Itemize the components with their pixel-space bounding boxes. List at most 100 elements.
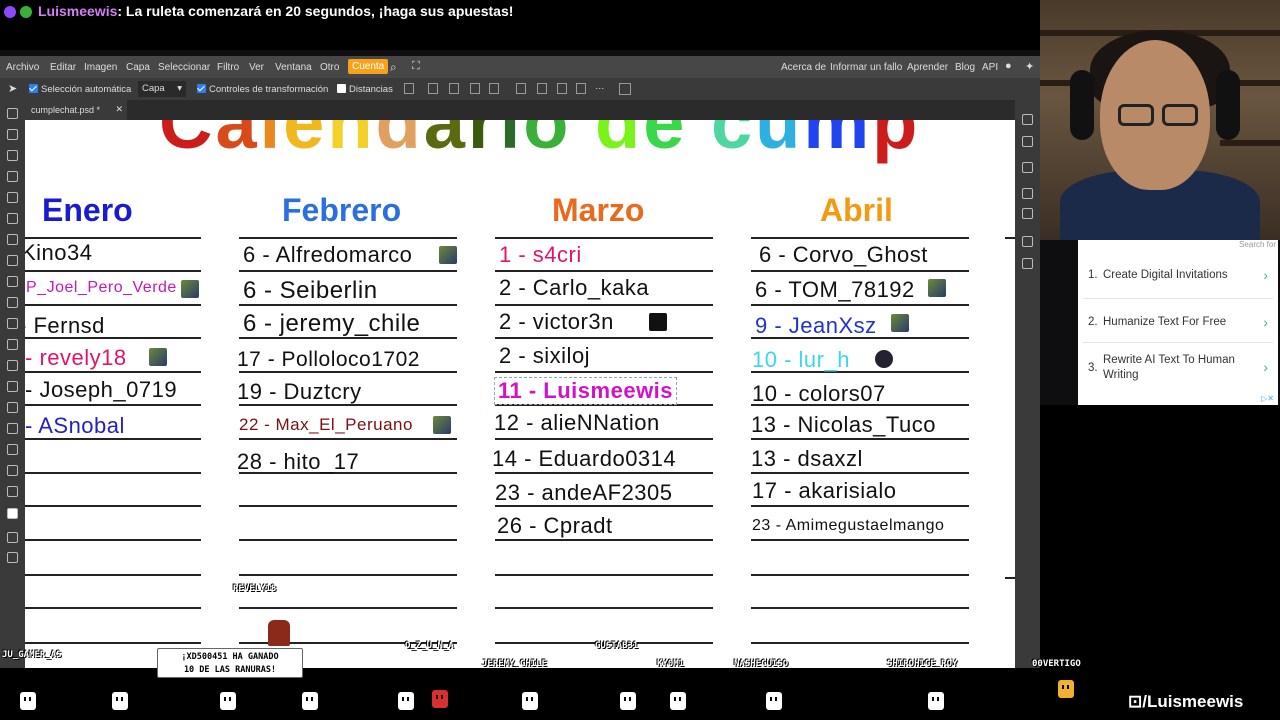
menu-cuenta[interactable]: Cuenta bbox=[348, 59, 389, 74]
distribute-vertical-icon[interactable] bbox=[576, 83, 586, 94]
menu-ver[interactable]: Ver bbox=[249, 62, 264, 73]
zoom-tool-icon[interactable] bbox=[7, 486, 18, 497]
marquee-tool-icon[interactable] bbox=[7, 129, 18, 140]
frame-tool-icon[interactable] bbox=[7, 234, 18, 245]
document-tab-name: cumplechat.psd * bbox=[31, 105, 101, 115]
magic-wand-icon[interactable] bbox=[7, 171, 18, 182]
reddit-icon[interactable]: ● bbox=[1005, 60, 1012, 72]
checkbox-icon bbox=[29, 84, 38, 93]
move-tool-icon[interactable]: ➤ bbox=[8, 82, 17, 95]
move-tool-icon[interactable] bbox=[7, 108, 18, 119]
eraser-tool-icon[interactable] bbox=[7, 297, 18, 308]
row-line bbox=[25, 270, 201, 272]
search-icon[interactable]: ⌕ bbox=[390, 60, 397, 75]
css-icon[interactable] bbox=[1022, 236, 1033, 247]
chat-message: Luismeewis: La ruleta comenzará en 20 se… bbox=[38, 3, 513, 19]
row-line bbox=[751, 237, 969, 239]
avatar bbox=[181, 280, 199, 298]
headphones bbox=[1216, 70, 1240, 140]
title-letter: l bbox=[259, 120, 284, 164]
transform-controls-checkbox[interactable]: Controles de transformación bbox=[197, 84, 328, 95]
row-line bbox=[495, 237, 713, 239]
overlay-player-name: KY0M1 bbox=[657, 659, 685, 669]
character-icon[interactable] bbox=[1022, 188, 1033, 199]
menu-seleccionar[interactable]: Seleccionar bbox=[158, 62, 210, 73]
row-line bbox=[239, 270, 457, 272]
close-icon[interactable]: ✕ bbox=[115, 104, 123, 115]
win-toast-line2: 10 DE LAS RANURAS! bbox=[183, 665, 277, 675]
grid-icon[interactable] bbox=[619, 83, 631, 95]
menu-editar[interactable]: Editar bbox=[50, 62, 76, 73]
align-bottom-icon[interactable] bbox=[557, 83, 567, 94]
blur-tool-icon[interactable] bbox=[7, 339, 18, 350]
menu-filtro[interactable]: Filtro bbox=[217, 62, 239, 73]
shape-tool-icon[interactable] bbox=[7, 444, 18, 455]
menu-capa[interactable]: Capa bbox=[126, 62, 150, 73]
dodge-tool-icon[interactable] bbox=[7, 360, 18, 371]
avatar bbox=[149, 348, 167, 366]
align-middle-icon[interactable] bbox=[537, 83, 547, 94]
menu-otro[interactable]: Otro bbox=[320, 62, 339, 73]
headphones bbox=[1070, 70, 1094, 140]
properties-icon[interactable] bbox=[1022, 136, 1033, 147]
paragraph-icon[interactable] bbox=[1022, 208, 1033, 219]
foreground-color-swatch[interactable] bbox=[7, 508, 18, 519]
brush-panel-icon[interactable] bbox=[1022, 162, 1033, 173]
layer-select[interactable]: Capa ▾ bbox=[138, 81, 186, 97]
align-download-icon[interactable] bbox=[404, 83, 414, 94]
align-top-icon[interactable] bbox=[516, 83, 526, 94]
screen-mode-icon[interactable] bbox=[7, 552, 18, 563]
entry-febrero-6: 22 - Max_El_Peruano bbox=[239, 415, 413, 434]
row-line bbox=[495, 304, 713, 306]
align-center-icon[interactable] bbox=[449, 83, 459, 94]
document-tab[interactable]: cumplechat.psd * ✕ bbox=[25, 100, 127, 120]
menu-archivo[interactable]: Archivo bbox=[6, 62, 39, 73]
row-line bbox=[25, 304, 201, 306]
brush-tool-icon[interactable] bbox=[7, 255, 18, 266]
menu-informar-fallo[interactable]: Informar un fallo bbox=[830, 62, 902, 73]
hand-tool-icon[interactable] bbox=[7, 465, 18, 476]
distances-checkbox[interactable]: Distancias bbox=[337, 84, 393, 95]
align-right-icon[interactable] bbox=[470, 83, 480, 94]
text-tool-icon[interactable] bbox=[7, 381, 18, 392]
image-icon[interactable] bbox=[1022, 258, 1033, 269]
entry-marzo-5-selected[interactable]: 11 - Luismeewis bbox=[494, 377, 678, 405]
menu-api[interactable]: API bbox=[982, 62, 998, 73]
eyedropper-icon[interactable] bbox=[7, 213, 18, 224]
twitter-icon[interactable]: ✦ bbox=[1025, 60, 1034, 73]
path-select-icon[interactable] bbox=[7, 423, 18, 434]
menu-blog[interactable]: Blog bbox=[955, 62, 975, 73]
align-left-icon[interactable] bbox=[428, 83, 438, 94]
info-icon[interactable] bbox=[1022, 114, 1033, 125]
fill-tool-icon[interactable] bbox=[7, 318, 18, 329]
menu-aprender[interactable]: Aprender bbox=[907, 62, 948, 73]
auto-select-checkbox[interactable]: Selección automática bbox=[29, 84, 131, 95]
menu-ventana[interactable]: Ventana bbox=[275, 62, 312, 73]
fullscreen-icon[interactable]: ⛶ bbox=[412, 60, 420, 73]
document-canvas[interactable]: Calendario de cump Enero Febrero Marzo A… bbox=[25, 120, 1015, 668]
entry-abril-6: 13 - Nicolas_Tuco bbox=[751, 412, 936, 437]
menu-acerca-de[interactable]: Acerca de bbox=[781, 62, 826, 73]
entry-marzo-1: 1 - s4cri bbox=[499, 242, 582, 267]
shelf bbox=[1220, 140, 1280, 146]
title-letter bbox=[687, 120, 711, 164]
row-line bbox=[495, 270, 713, 272]
overlay-background bbox=[1040, 405, 1280, 668]
adchoices-icon[interactable]: ▷✕ bbox=[1261, 394, 1274, 403]
channel-handle: ⊡/Luismeewis bbox=[1128, 692, 1244, 711]
quick-mask-icon[interactable] bbox=[7, 532, 18, 543]
row-line bbox=[495, 574, 713, 576]
row-line bbox=[239, 438, 457, 440]
clone-tool-icon[interactable] bbox=[7, 276, 18, 287]
divider bbox=[1083, 298, 1273, 299]
crop-tool-icon[interactable] bbox=[7, 192, 18, 203]
row-line bbox=[495, 607, 713, 609]
menu-imagen[interactable]: Imagen bbox=[84, 62, 117, 73]
entry-abril-3: 9 - JeanXsz bbox=[755, 313, 877, 338]
lasso-tool-icon[interactable] bbox=[7, 150, 18, 161]
distribute-icon[interactable] bbox=[489, 83, 499, 94]
row-line bbox=[495, 337, 713, 339]
pen-tool-icon[interactable] bbox=[7, 402, 18, 413]
calendar-title: Calendario de cump bbox=[159, 120, 920, 165]
more-icon[interactable]: … bbox=[595, 81, 605, 92]
